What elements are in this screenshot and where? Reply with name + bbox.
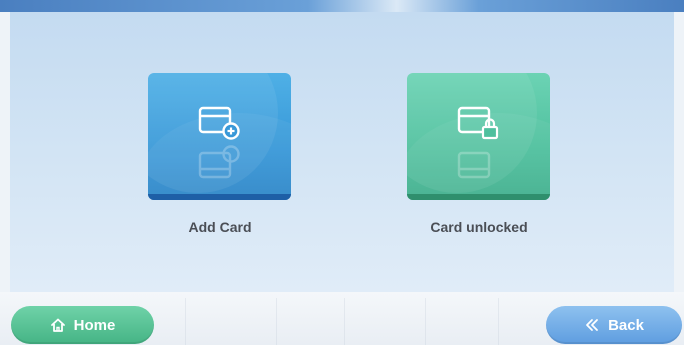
- footer-divider: [425, 298, 426, 345]
- add-card-label[interactable]: Add Card: [120, 219, 320, 235]
- home-icon: [50, 317, 66, 333]
- back-button[interactable]: Back: [546, 306, 682, 344]
- footer-divider: [344, 298, 345, 345]
- card-lock-icon: [457, 106, 498, 140]
- back-button-label: Back: [608, 316, 644, 334]
- footer-divider: [498, 298, 499, 345]
- main-panel: [10, 12, 674, 292]
- card-lock-icon-reflection: [457, 151, 490, 179]
- home-button[interactable]: Home: [11, 306, 154, 344]
- tile-shade: [148, 194, 291, 200]
- card-add-icon-reflection: [198, 145, 240, 179]
- home-button-label: Home: [73, 316, 116, 334]
- footer-divider: [276, 298, 277, 345]
- footer-divider: [185, 298, 186, 345]
- add-card-tile[interactable]: [148, 73, 291, 200]
- card-add-icon: [198, 106, 240, 140]
- card-unlocked-tile[interactable]: [407, 73, 550, 200]
- tile-shade: [407, 194, 550, 200]
- top-bar: [0, 0, 684, 12]
- card-unlocked-label[interactable]: Card unlocked: [379, 219, 579, 235]
- double-chevron-left-icon: [584, 317, 600, 333]
